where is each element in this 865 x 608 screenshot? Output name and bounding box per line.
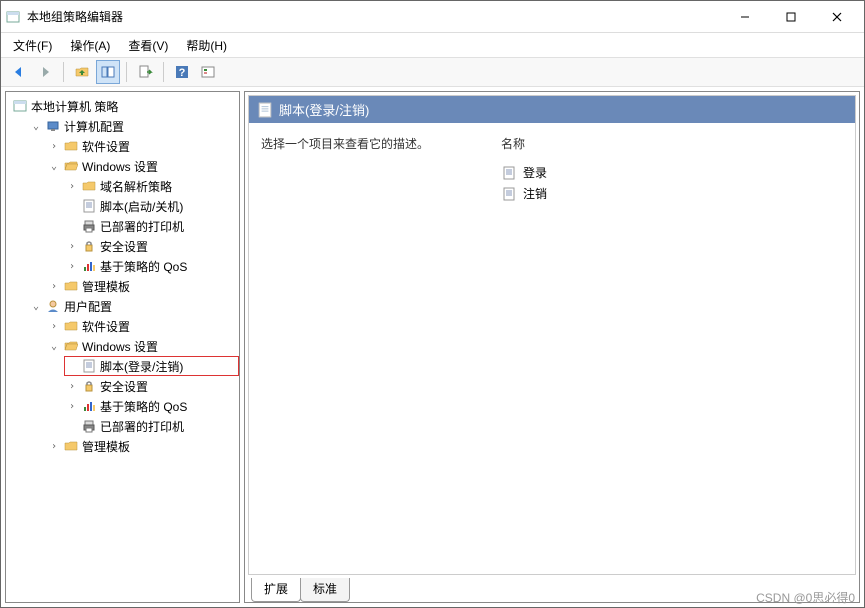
- content-area: 脚本(登录/注销) 选择一个项目来查看它的描述。 名称 登录: [248, 95, 856, 575]
- folder-icon: [63, 278, 79, 294]
- titlebar: 本地组策略编辑器: [1, 1, 864, 33]
- policy-icon: [12, 98, 28, 114]
- svg-text:?: ?: [179, 67, 186, 79]
- window-title: 本地组策略编辑器: [27, 8, 722, 25]
- script-icon: [81, 198, 97, 214]
- window-controls: [722, 2, 860, 32]
- user-icon: [45, 298, 61, 314]
- content-body: 选择一个项目来查看它的描述。 名称 登录 注销: [249, 123, 855, 574]
- chevron-down-icon[interactable]: ⌄: [48, 340, 60, 352]
- tree-item[interactable]: ›域名解析策略: [64, 176, 239, 196]
- tree-item[interactable]: ›基于策略的 QoS: [64, 256, 239, 276]
- chevron-down-icon[interactable]: ⌄: [48, 160, 60, 172]
- tree-item[interactable]: ⌄Windows 设置: [46, 336, 239, 356]
- security-icon: [81, 238, 97, 254]
- chevron-down-icon[interactable]: ⌄: [30, 120, 42, 132]
- app-window: 本地组策略编辑器 文件(F) 操作(A) 查看(V) 帮助(H): [0, 0, 865, 608]
- maximize-button[interactable]: [768, 2, 814, 32]
- chevron-down-icon[interactable]: ⌄: [30, 300, 42, 312]
- chevron-right-icon[interactable]: ›: [66, 400, 78, 412]
- tab-standard[interactable]: 标准: [300, 578, 350, 602]
- tree-item[interactable]: ›软件设置: [46, 316, 239, 336]
- list-item[interactable]: 注销: [501, 183, 843, 204]
- tree-item[interactable]: ⌄Windows 设置: [46, 156, 239, 176]
- tree-item[interactable]: 已部署的打印机: [64, 416, 239, 436]
- tree-item[interactable]: ›软件设置: [46, 136, 239, 156]
- list-column-header[interactable]: 名称: [501, 135, 843, 152]
- list-item-label: 登录: [523, 164, 547, 181]
- toolbar-separator: [126, 62, 127, 82]
- folder-icon: [63, 438, 79, 454]
- folder-icon: [81, 178, 97, 194]
- minimize-button[interactable]: [722, 2, 768, 32]
- toolbar-separator: [63, 62, 64, 82]
- description-text: 选择一个项目来查看它的描述。: [261, 135, 481, 152]
- body: 本地计算机 策略 ⌄ 计算机配置 ›软件设置: [1, 87, 864, 607]
- menubar: 文件(F) 操作(A) 查看(V) 帮助(H): [1, 33, 864, 57]
- tree-pane[interactable]: 本地计算机 策略 ⌄ 计算机配置 ›软件设置: [5, 91, 240, 603]
- printer-icon: [81, 218, 97, 234]
- qos-icon: [81, 398, 97, 414]
- app-icon: [5, 9, 21, 25]
- watermark: CSDN @0思必得0: [756, 589, 855, 606]
- chevron-right-icon[interactable]: ›: [66, 380, 78, 392]
- chevron-right-icon[interactable]: ›: [48, 320, 60, 332]
- chevron-right-icon[interactable]: ›: [48, 140, 60, 152]
- menu-file[interactable]: 文件(F): [5, 35, 60, 56]
- tree-computer-config[interactable]: ⌄ 计算机配置: [28, 116, 239, 136]
- chevron-right-icon[interactable]: ›: [66, 240, 78, 252]
- tree-item[interactable]: ›管理模板: [46, 436, 239, 456]
- content-header-title: 脚本(登录/注销): [279, 100, 369, 119]
- folder-icon: [63, 138, 79, 154]
- printer-icon: [81, 418, 97, 434]
- description-column: 选择一个项目来查看它的描述。: [261, 135, 481, 562]
- tree-user-config[interactable]: ⌄ 用户配置: [28, 296, 239, 316]
- chevron-right-icon[interactable]: ›: [48, 440, 60, 452]
- script-icon: [257, 102, 273, 118]
- menu-action[interactable]: 操作(A): [62, 35, 118, 56]
- forward-button[interactable]: [33, 60, 57, 84]
- folder-icon: [63, 318, 79, 334]
- back-button[interactable]: [7, 60, 31, 84]
- chevron-right-icon[interactable]: ›: [66, 260, 78, 272]
- tab-extended[interactable]: 扩展: [251, 578, 301, 602]
- list-item[interactable]: 登录: [501, 162, 843, 183]
- toolbar-separator: [163, 62, 164, 82]
- folder-open-icon: [63, 338, 79, 354]
- tree-item[interactable]: ›安全设置: [64, 376, 239, 396]
- tree-root[interactable]: 本地计算机 策略: [10, 96, 239, 116]
- chevron-right-icon[interactable]: ›: [48, 280, 60, 292]
- script-icon: [501, 186, 517, 202]
- script-icon: [81, 358, 97, 374]
- export-button[interactable]: [133, 60, 157, 84]
- qos-icon: [81, 258, 97, 274]
- computer-icon: [45, 118, 61, 134]
- show-hide-tree-button[interactable]: [96, 60, 120, 84]
- script-icon: [501, 165, 517, 181]
- right-pane: 脚本(登录/注销) 选择一个项目来查看它的描述。 名称 登录: [244, 91, 860, 603]
- tree-item[interactable]: 已部署的打印机: [64, 216, 239, 236]
- tree-item[interactable]: ›管理模板: [46, 276, 239, 296]
- menu-view[interactable]: 查看(V): [120, 35, 176, 56]
- list-item-label: 注销: [523, 185, 547, 202]
- menu-help[interactable]: 帮助(H): [178, 35, 235, 56]
- tree-item[interactable]: 脚本(启动/关机): [64, 196, 239, 216]
- toolbar: ?: [1, 57, 864, 87]
- help-button[interactable]: ?: [170, 60, 194, 84]
- list-column: 名称 登录 注销: [501, 135, 843, 562]
- security-icon: [81, 378, 97, 394]
- filter-button[interactable]: [196, 60, 220, 84]
- close-button[interactable]: [814, 2, 860, 32]
- chevron-right-icon[interactable]: ›: [66, 180, 78, 192]
- folder-open-icon: [63, 158, 79, 174]
- up-button[interactable]: [70, 60, 94, 84]
- tree-item-selected[interactable]: 脚本(登录/注销): [64, 356, 239, 376]
- tree-item[interactable]: ›安全设置: [64, 236, 239, 256]
- tree-item[interactable]: ›基于策略的 QoS: [64, 396, 239, 416]
- content-header: 脚本(登录/注销): [249, 96, 855, 123]
